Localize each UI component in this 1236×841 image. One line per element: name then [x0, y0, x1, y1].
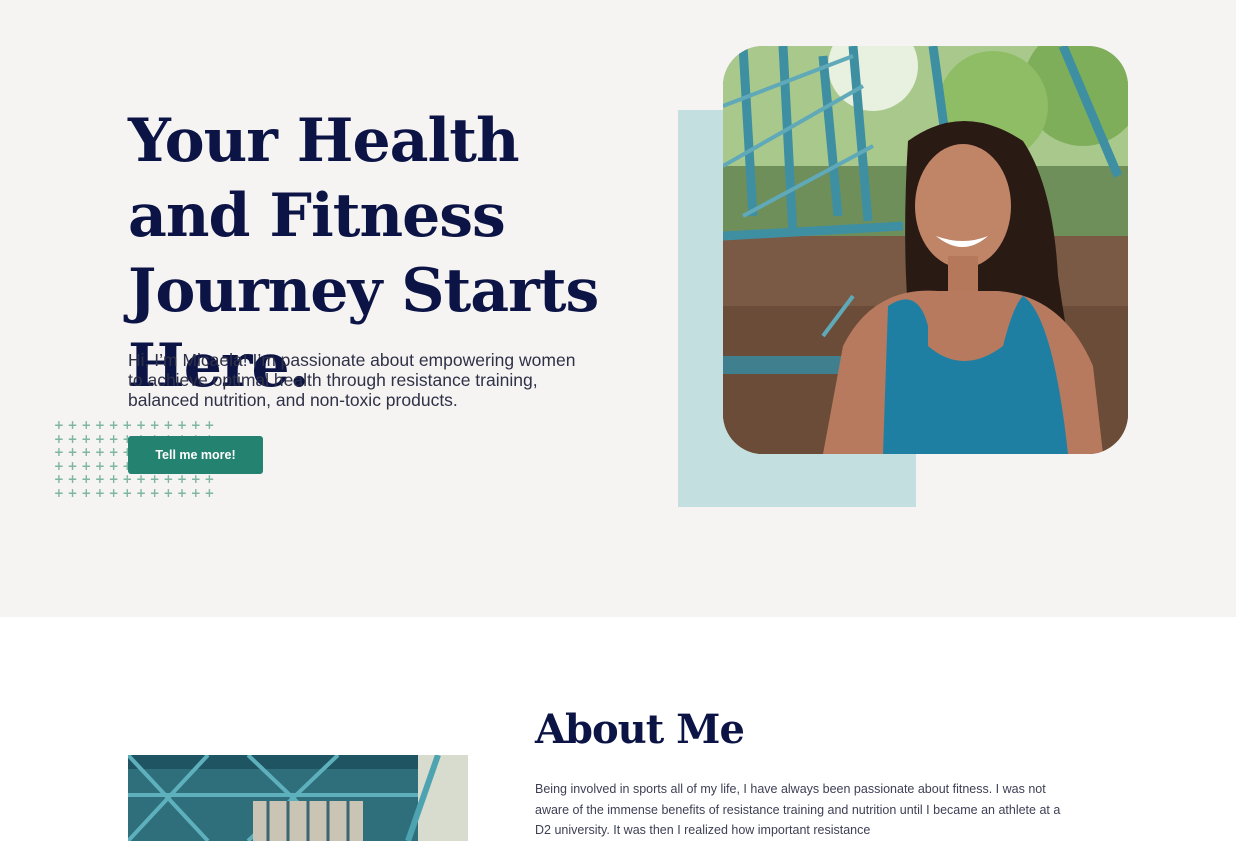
- hero-section: Your Health and Fitness Journey Starts H…: [0, 0, 1236, 617]
- plus-dot-icon: +: [204, 418, 215, 432]
- plus-dot-icon: +: [53, 431, 64, 446]
- plus-dot-icon: +: [94, 431, 105, 446]
- plus-dot-icon: +: [122, 418, 133, 432]
- plus-dot-icon: +: [149, 472, 160, 486]
- plus-dot-icon: +: [177, 485, 188, 500]
- plus-dot-icon: +: [122, 485, 133, 500]
- plus-dot-icon: +: [53, 458, 64, 473]
- plus-dot-icon: +: [163, 472, 174, 486]
- plus-dot-icon: +: [81, 431, 92, 446]
- plus-dot-icon: +: [190, 418, 201, 432]
- tell-me-more-button[interactable]: Tell me more!: [128, 436, 263, 474]
- plus-dot-icon: +: [204, 472, 215, 486]
- plus-dot-icon: +: [67, 472, 78, 486]
- plus-dot-icon: +: [135, 418, 146, 432]
- plus-dot-icon: +: [94, 445, 105, 459]
- plus-dot-icon: +: [135, 485, 146, 500]
- plus-dot-icon: +: [163, 485, 174, 500]
- plus-dot-icon: +: [53, 418, 64, 432]
- plus-dot-icon: +: [94, 485, 105, 500]
- plus-dot-icon: +: [108, 418, 119, 432]
- plus-dot-icon: +: [108, 485, 119, 500]
- plus-dot-icon: +: [108, 431, 119, 446]
- about-body: Being involved in sports all of my life,…: [535, 782, 1061, 837]
- plus-dot-icon: +: [53, 485, 64, 500]
- plus-dot-icon: +: [190, 472, 201, 486]
- plus-dot-icon: +: [94, 418, 105, 432]
- plus-dot-icon: +: [108, 458, 119, 473]
- plus-dot-icon: +: [108, 472, 119, 486]
- plus-dot-icon: +: [108, 445, 119, 459]
- hero-intro: Hi, I’m Micaela! I’m passionate about em…: [128, 350, 576, 410]
- hero-portrait-photo: [723, 46, 1128, 454]
- plus-dot-icon: +: [135, 472, 146, 486]
- plus-dot-icon: +: [122, 472, 133, 486]
- about-photo: [128, 755, 468, 841]
- plus-dot-icon: +: [53, 472, 64, 486]
- plus-dot-icon: +: [67, 485, 78, 500]
- plus-dot-icon: +: [67, 458, 78, 473]
- plus-dot-icon: +: [67, 431, 78, 446]
- plus-dot-icon: +: [67, 418, 78, 432]
- plus-dot-icon: +: [163, 418, 174, 432]
- plus-dot-icon: +: [81, 485, 92, 500]
- plus-dot-icon: +: [67, 445, 78, 459]
- plus-dot-icon: +: [81, 445, 92, 459]
- plus-dot-icon: +: [204, 485, 215, 500]
- plus-dot-icon: +: [81, 418, 92, 432]
- plus-dot-icon: +: [177, 472, 188, 486]
- plus-dot-icon: +: [177, 418, 188, 432]
- plus-dot-icon: +: [94, 472, 105, 486]
- plus-dot-icon: +: [94, 458, 105, 473]
- plus-dot-icon: +: [149, 418, 160, 432]
- about-title: About Me: [535, 706, 745, 753]
- plus-dot-icon: +: [81, 472, 92, 486]
- plus-dot-icon: +: [81, 458, 92, 473]
- plus-dot-icon: +: [149, 485, 160, 500]
- plus-dot-icon: +: [53, 445, 64, 459]
- plus-dot-icon: +: [190, 485, 201, 500]
